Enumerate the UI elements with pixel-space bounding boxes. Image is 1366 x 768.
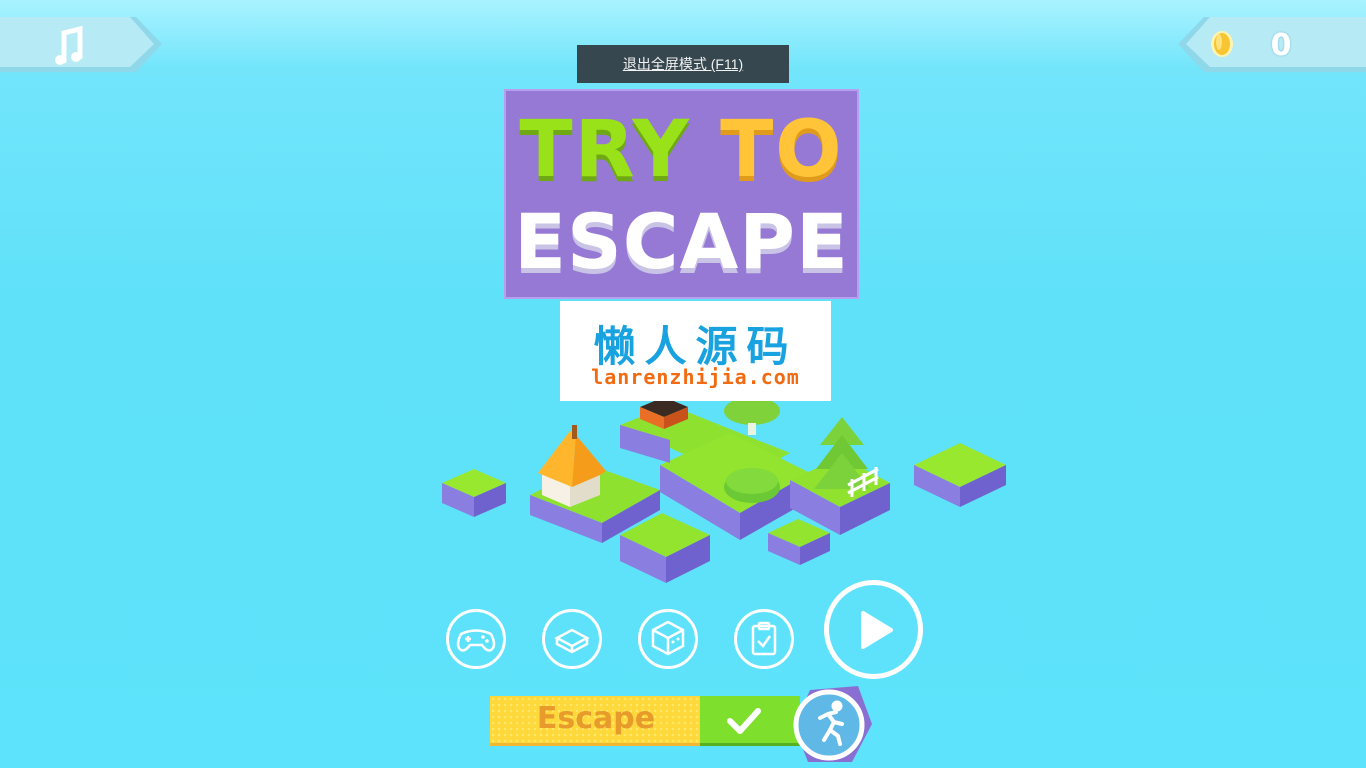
title-line-1: TRY TO — [506, 105, 857, 195]
character-select-button[interactable] — [638, 609, 698, 669]
music-toggle-button[interactable] — [0, 17, 162, 72]
title-word-try: TRY — [519, 105, 691, 195]
game-title-logo: TRY TO ESCAPE — [504, 89, 859, 299]
house — [538, 425, 606, 507]
block-icon — [554, 628, 590, 654]
block-skin-button[interactable] — [542, 609, 602, 669]
island-left — [442, 469, 506, 517]
bush — [724, 468, 780, 503]
clipboard-check-icon — [751, 621, 777, 656]
gamepad-button[interactable] — [446, 609, 506, 669]
exit-fullscreen-text: 退出全屏模式 (F11) — [622, 56, 744, 72]
play-icon — [861, 611, 893, 649]
coin-icon — [1211, 31, 1233, 57]
check-icon — [727, 708, 761, 734]
exit-fullscreen-notice[interactable]: 退出全屏模式 (F11) — [577, 45, 789, 83]
mode-icon-button[interactable] — [786, 684, 874, 766]
title-word-to: TO — [720, 105, 844, 195]
gamepad-icon — [456, 629, 496, 652]
missions-button[interactable] — [734, 609, 794, 669]
tree-round-back — [724, 397, 780, 435]
mode-selector[interactable]: Escape — [490, 696, 702, 746]
title-word-escape: ESCAPE — [514, 197, 849, 286]
cube-face-icon — [651, 620, 685, 656]
coin-count: 0 — [1270, 28, 1292, 63]
island-scene — [442, 397, 1006, 583]
mode-label: Escape — [536, 701, 656, 736]
mode-confirm-button[interactable] — [700, 696, 800, 746]
watermark-banner: 懒人源码 lanrenzhijia.com — [560, 301, 831, 401]
play-button[interactable] — [824, 580, 923, 679]
island-right — [914, 443, 1006, 507]
watermark-url: lanrenzhijia.com — [591, 365, 800, 389]
